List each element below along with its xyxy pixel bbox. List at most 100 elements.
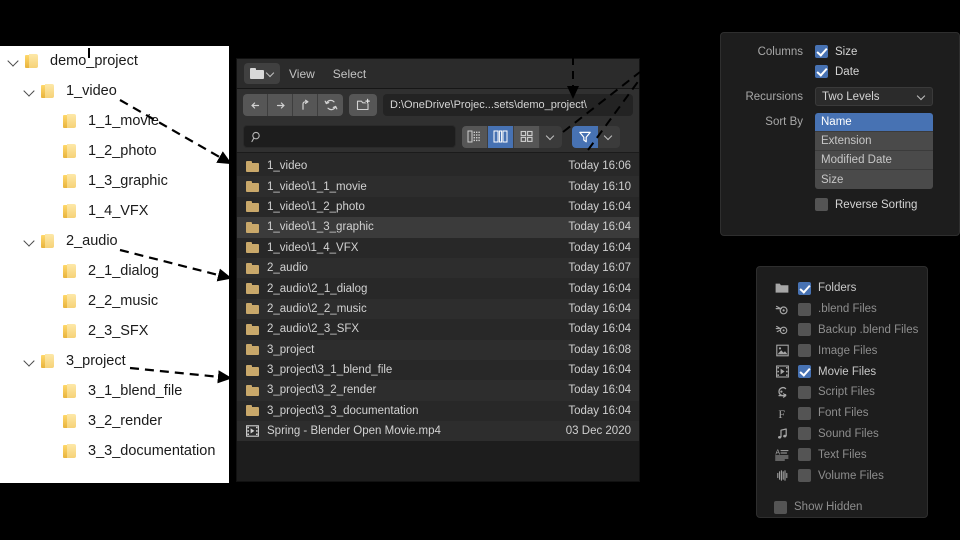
file-row[interactable]: 1_video\1_3_graphic Today 16:04 [237, 217, 639, 238]
columns-label: Columns [757, 45, 803, 58]
filter-options-dropdown[interactable] [598, 125, 620, 148]
tree-item[interactable]: 3_2_render [0, 406, 229, 436]
tree-item[interactable]: 3_project [0, 346, 229, 376]
checkbox-image-file[interactable] [798, 344, 811, 358]
sort-option[interactable]: Size [815, 170, 933, 189]
search-input[interactable] [243, 125, 456, 148]
file-row[interactable]: Spring - Blender Open Movie.mp4 03 Dec 20… [237, 421, 639, 442]
file-row[interactable]: 1_video\1_1_movie Today 16:10 [237, 176, 639, 197]
sort-option[interactable]: Modified Date [815, 151, 933, 170]
display-mode-vertical-list[interactable] [462, 125, 488, 148]
filter-type-row[interactable]: Folders [774, 278, 927, 299]
directory-path-input[interactable]: D:\OneDrive\Projec...sets\demo_project\ [383, 94, 633, 116]
tree-item[interactable]: 2_1_dialog [0, 256, 229, 286]
filter-type-row[interactable]: Sound Files [774, 424, 927, 445]
file-row[interactable]: 1_video\1_2_photo Today 16:04 [237, 197, 639, 217]
checkbox-movie-file[interactable] [798, 365, 811, 379]
checkbox-size-column[interactable] [815, 45, 828, 58]
new-folder-button[interactable] [349, 94, 377, 116]
blend-file-icon [774, 303, 790, 316]
file-row[interactable]: 1_video Today 16:06 [237, 156, 639, 176]
tree-item-label: 1_4_VFX [88, 202, 149, 219]
folder-tree-panel: demo_project 1_video 1_1_movie 1_2_photo 1_3… [0, 46, 229, 483]
chevron-down-icon[interactable] [6, 53, 22, 69]
file-date: Today 16:04 [568, 404, 631, 417]
checkbox-script-file[interactable] [798, 385, 811, 399]
file-row[interactable]: 3_project\3_2_render Today 16:04 [237, 380, 639, 401]
checkbox-text-file[interactable] [798, 448, 811, 462]
checkbox-blend-file[interactable] [798, 302, 811, 316]
checkbox-backup-blend[interactable] [798, 323, 811, 337]
back-button[interactable] [243, 94, 268, 116]
chevron-down-icon[interactable] [22, 233, 38, 249]
tree-item[interactable]: 2_audio [0, 226, 229, 256]
checkbox-font-file[interactable] [798, 406, 811, 420]
tree-item[interactable]: 2_2_music [0, 286, 229, 316]
display-options-dropdown[interactable] [540, 125, 562, 148]
file-row[interactable]: 3_project Today 16:08 [237, 339, 639, 360]
file-date: Today 16:08 [568, 343, 631, 356]
forward-button[interactable] [268, 94, 293, 116]
filter-type-label: Movie Files [818, 365, 877, 378]
folder-icon [246, 201, 260, 213]
file-row[interactable]: 2_audio Today 16:07 [237, 257, 639, 279]
tree-item[interactable]: 3_1_blend_file [0, 376, 229, 406]
tree-item[interactable]: demo_project [0, 46, 229, 76]
menu-view[interactable]: View [280, 59, 324, 89]
filter-type-row[interactable]: Script Files [774, 382, 927, 403]
filter-type-row[interactable]: Backup .blend Files [774, 320, 927, 341]
filter-type-row[interactable]: Volume Files [774, 465, 927, 486]
tree-item[interactable]: 3_3_documentation [0, 436, 229, 466]
file-date: Today 16:04 [568, 200, 631, 213]
tree-item[interactable]: 1_3_graphic [0, 166, 229, 196]
tree-item[interactable]: 1_2_photo [0, 136, 229, 166]
sort-by-label: Sort By [765, 116, 803, 128]
checkbox-sound-file[interactable] [798, 427, 811, 441]
checkbox-date-column[interactable] [815, 65, 828, 78]
file-list: 1_video Today 16:06 1_video\1_1_movie Today… [237, 153, 639, 442]
filter-type-row[interactable]: Image Files [774, 340, 927, 361]
file-browser-window: View Select D:\OneDrive\Projec...sets\de… [236, 58, 640, 482]
file-row[interactable]: 2_audio\2_3_SFX Today 16:04 [237, 319, 639, 339]
tree-item[interactable]: 1_1_movie [0, 106, 229, 136]
font-file-icon: F [774, 407, 790, 420]
refresh-button[interactable] [318, 94, 343, 116]
filter-type-label: Font Files [818, 407, 869, 420]
svg-text:A: A [775, 450, 780, 457]
filter-type-list: Folders .blend Files Backup .blend Files Im… [774, 278, 927, 486]
filter-type-row[interactable]: .blend Files [774, 299, 927, 320]
sort-option[interactable]: Name [815, 113, 933, 132]
recursions-dropdown[interactable]: Two Levels [815, 87, 933, 106]
columns-row: Columns Size [721, 45, 945, 58]
file-row[interactable]: 3_project\3_1_blend_file Today 16:04 [237, 360, 639, 380]
tree-item-label: 1_3_graphic [88, 172, 168, 189]
filter-type-row[interactable]: F Font Files [774, 403, 927, 424]
file-row[interactable]: 2_audio\2_2_music Today 16:04 [237, 298, 639, 320]
filter-type-row[interactable]: A Text Files [774, 444, 927, 465]
file-row[interactable]: 2_audio\2_1_dialog Today 16:04 [237, 278, 639, 298]
filter-toggle-button[interactable] [572, 125, 598, 148]
checkbox-folder[interactable] [798, 281, 811, 295]
menu-select[interactable]: Select [324, 59, 375, 89]
tree-item[interactable]: 1_4_VFX [0, 196, 229, 226]
tree-item[interactable]: 2_3_SFX [0, 316, 229, 346]
file-row[interactable]: 1_video\1_4_VFX Today 16:04 [237, 238, 639, 258]
folder-icon [62, 443, 80, 459]
file-row[interactable]: 3_project\3_3_documentation Today 16:04 [237, 401, 639, 421]
checkbox-volume-file[interactable] [798, 469, 811, 483]
checkbox-show-hidden[interactable] [774, 500, 787, 514]
filter-options-popover: Folders .blend Files Backup .blend Files Im… [756, 266, 928, 518]
sort-option[interactable]: Extension [815, 132, 933, 151]
filter-type-row[interactable]: Movie Files [774, 361, 927, 382]
chevron-down-icon[interactable] [22, 353, 38, 369]
tree-item-label: 2_1_dialog [88, 262, 159, 279]
chevron-down-icon[interactable] [22, 83, 38, 99]
display-mode-thumbnails[interactable] [514, 125, 540, 148]
checkbox-reverse-sorting[interactable] [815, 198, 828, 211]
parent-directory-button[interactable] [293, 94, 318, 116]
display-mode-horizontal-list[interactable] [488, 125, 514, 148]
file-date: Today 16:04 [568, 384, 631, 397]
file-date: Today 16:04 [568, 302, 631, 315]
tree-item[interactable]: 1_video [0, 76, 229, 106]
editor-type-button[interactable] [244, 63, 280, 84]
